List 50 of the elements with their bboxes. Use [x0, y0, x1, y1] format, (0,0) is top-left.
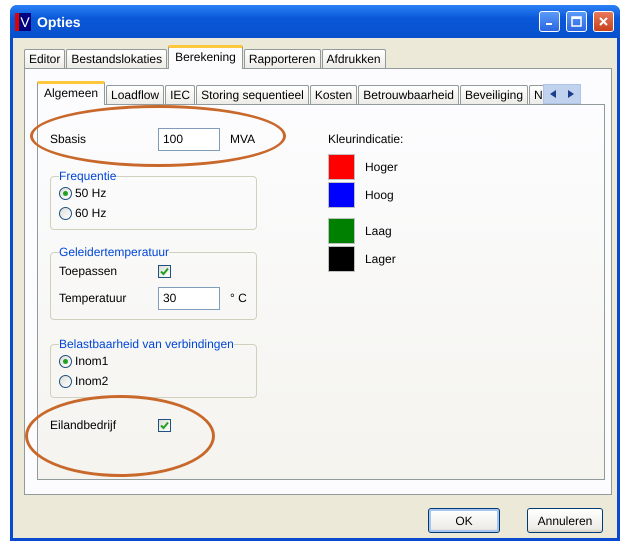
close-icon — [598, 16, 609, 27]
radio-label: Inom2 — [75, 374, 108, 388]
maximize-icon — [571, 16, 582, 27]
close-button[interactable] — [593, 11, 614, 32]
group-title: Frequentie — [59, 169, 116, 183]
group-title: Geleidertemperatuur — [59, 245, 170, 259]
minimize-button[interactable] — [539, 11, 560, 32]
right-arrow-icon[interactable] — [568, 90, 574, 98]
app-logo: V — [15, 12, 31, 30]
tab[interactable]: Rapporteren — [244, 49, 321, 68]
input-field[interactable]: 30 — [158, 286, 220, 310]
dialog-button[interactable]: Annuleren — [527, 508, 603, 533]
tab[interactable]: Algemeen — [37, 81, 106, 105]
radio-button[interactable] — [59, 206, 72, 220]
maximize-button[interactable] — [566, 11, 587, 32]
swatch-label: Hoger — [365, 160, 398, 174]
tab[interactable]: Bestandslokaties — [66, 49, 168, 68]
checkbox-label: Eilandbedrijf — [50, 418, 118, 432]
radio-button[interactable] — [59, 374, 72, 388]
tab[interactable]: Betrouwbaarheid — [358, 85, 459, 104]
tab[interactable]: Afdrukken — [322, 49, 386, 68]
field-label: Temperatuur — [59, 291, 128, 305]
tab-scroll-buttons[interactable] — [542, 84, 581, 104]
swatch-label: Laag — [365, 224, 392, 238]
field-label: Sbasis — [50, 132, 88, 146]
unit-label: ° C — [230, 291, 247, 305]
tab[interactable]: Beveiliging — [460, 85, 528, 104]
group-title: Belastbaarheid van verbindingen — [59, 337, 234, 351]
checkbox[interactable] — [158, 418, 171, 432]
tab[interactable]: Storing sequentieel — [196, 85, 309, 104]
unit-label: MVA — [230, 132, 256, 146]
input-field[interactable]: 100 — [158, 128, 220, 150]
dialog-button[interactable]: OK — [428, 508, 500, 533]
checkbox[interactable] — [158, 264, 171, 278]
window-title: Opties — [37, 14, 82, 30]
radio-label: 60 Hz — [75, 206, 106, 220]
left-arrow-icon[interactable] — [550, 90, 556, 98]
radio-label: Inom1 — [75, 354, 108, 368]
swatch-label: Hoog — [365, 188, 394, 202]
tab[interactable]: Berekening — [168, 45, 243, 69]
tab[interactable]: Kosten — [310, 85, 358, 104]
tab[interactable]: Loadflow — [106, 85, 164, 104]
tab[interactable]: Editor — [24, 49, 66, 68]
swatch-label: Lager — [365, 252, 396, 266]
radio-label: 50 Hz — [75, 186, 106, 200]
tab[interactable]: IEC — [165, 85, 196, 104]
radio-button[interactable] — [59, 354, 72, 368]
radio-button[interactable] — [59, 186, 72, 200]
legend-title: Kleurindicatie: — [328, 132, 404, 146]
checkbox-label: Toepassen — [59, 264, 118, 278]
